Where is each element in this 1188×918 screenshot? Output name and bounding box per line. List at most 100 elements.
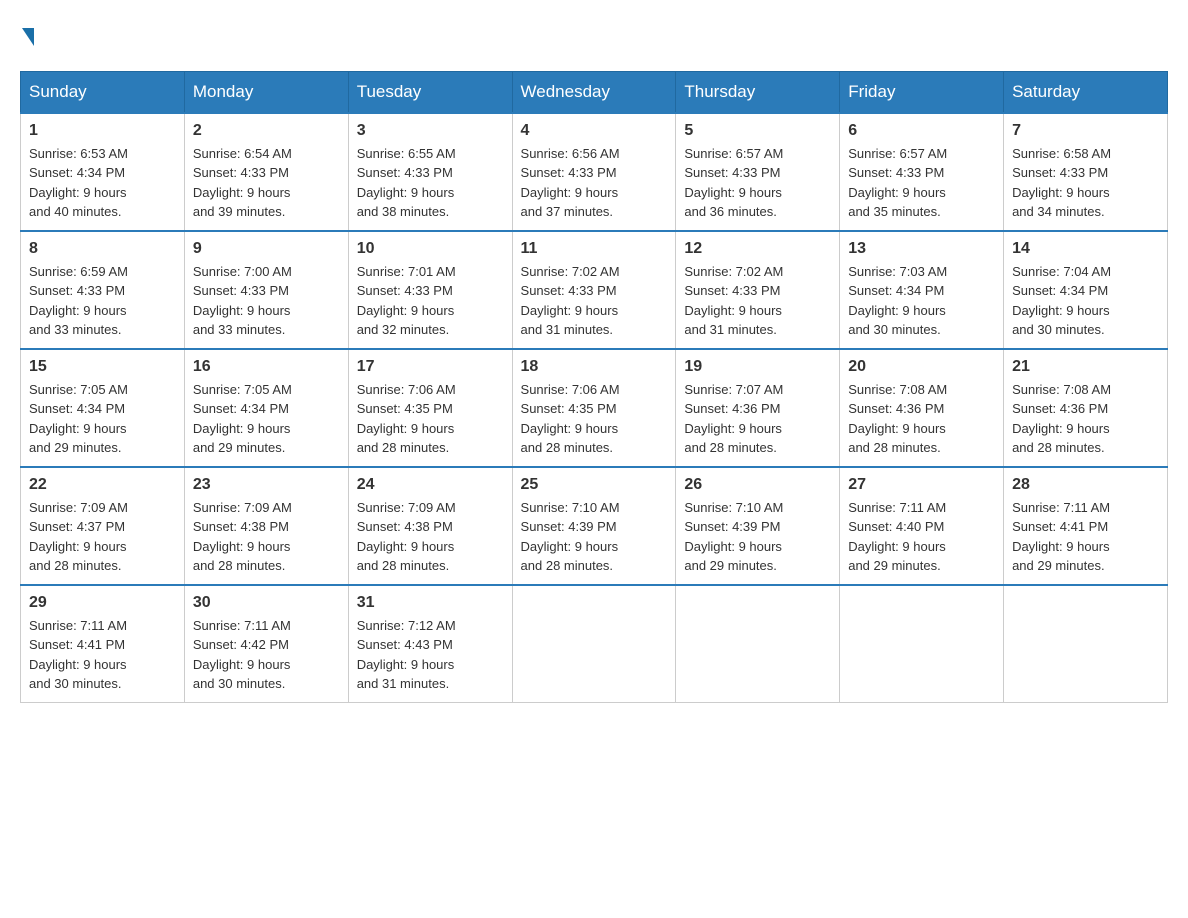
calendar-cell: 28 Sunrise: 7:11 AM Sunset: 4:41 PM Dayl… (1004, 467, 1168, 585)
day-info: Sunrise: 7:11 AM Sunset: 4:42 PM Dayligh… (193, 616, 340, 694)
day-info: Sunrise: 7:00 AM Sunset: 4:33 PM Dayligh… (193, 262, 340, 340)
calendar-cell: 22 Sunrise: 7:09 AM Sunset: 4:37 PM Dayl… (21, 467, 185, 585)
logo-text (20, 20, 34, 51)
weekday-header-row: SundayMondayTuesdayWednesdayThursdayFrid… (21, 71, 1168, 113)
weekday-saturday: Saturday (1004, 71, 1168, 113)
weekday-wednesday: Wednesday (512, 71, 676, 113)
day-info: Sunrise: 7:06 AM Sunset: 4:35 PM Dayligh… (357, 380, 504, 458)
calendar-cell: 12 Sunrise: 7:02 AM Sunset: 4:33 PM Dayl… (676, 231, 840, 349)
day-number: 22 (29, 476, 176, 494)
day-info: Sunrise: 7:06 AM Sunset: 4:35 PM Dayligh… (521, 380, 668, 458)
calendar-cell: 5 Sunrise: 6:57 AM Sunset: 4:33 PM Dayli… (676, 113, 840, 231)
calendar-cell: 4 Sunrise: 6:56 AM Sunset: 4:33 PM Dayli… (512, 113, 676, 231)
calendar-week-5: 29 Sunrise: 7:11 AM Sunset: 4:41 PM Dayl… (21, 585, 1168, 703)
day-info: Sunrise: 7:08 AM Sunset: 4:36 PM Dayligh… (848, 380, 995, 458)
day-info: Sunrise: 7:09 AM Sunset: 4:38 PM Dayligh… (193, 498, 340, 576)
day-number: 5 (684, 122, 831, 140)
day-info: Sunrise: 6:57 AM Sunset: 4:33 PM Dayligh… (684, 144, 831, 222)
day-number: 2 (193, 122, 340, 140)
day-info: Sunrise: 6:57 AM Sunset: 4:33 PM Dayligh… (848, 144, 995, 222)
weekday-monday: Monday (184, 71, 348, 113)
day-number: 28 (1012, 476, 1159, 494)
day-info: Sunrise: 7:11 AM Sunset: 4:41 PM Dayligh… (29, 616, 176, 694)
day-number: 6 (848, 122, 995, 140)
calendar-cell: 9 Sunrise: 7:00 AM Sunset: 4:33 PM Dayli… (184, 231, 348, 349)
day-number: 29 (29, 594, 176, 612)
calendar-week-4: 22 Sunrise: 7:09 AM Sunset: 4:37 PM Dayl… (21, 467, 1168, 585)
day-info: Sunrise: 7:03 AM Sunset: 4:34 PM Dayligh… (848, 262, 995, 340)
calendar-cell: 2 Sunrise: 6:54 AM Sunset: 4:33 PM Dayli… (184, 113, 348, 231)
weekday-tuesday: Tuesday (348, 71, 512, 113)
calendar-cell: 13 Sunrise: 7:03 AM Sunset: 4:34 PM Dayl… (840, 231, 1004, 349)
day-number: 24 (357, 476, 504, 494)
calendar-cell: 23 Sunrise: 7:09 AM Sunset: 4:38 PM Dayl… (184, 467, 348, 585)
day-info: Sunrise: 6:56 AM Sunset: 4:33 PM Dayligh… (521, 144, 668, 222)
logo-triangle-icon (22, 28, 34, 46)
calendar-cell: 1 Sunrise: 6:53 AM Sunset: 4:34 PM Dayli… (21, 113, 185, 231)
day-number: 18 (521, 358, 668, 376)
day-info: Sunrise: 6:59 AM Sunset: 4:33 PM Dayligh… (29, 262, 176, 340)
calendar-cell: 20 Sunrise: 7:08 AM Sunset: 4:36 PM Dayl… (840, 349, 1004, 467)
calendar-cell: 14 Sunrise: 7:04 AM Sunset: 4:34 PM Dayl… (1004, 231, 1168, 349)
calendar-cell: 29 Sunrise: 7:11 AM Sunset: 4:41 PM Dayl… (21, 585, 185, 703)
day-number: 10 (357, 240, 504, 258)
logo (20, 20, 34, 51)
day-info: Sunrise: 7:11 AM Sunset: 4:40 PM Dayligh… (848, 498, 995, 576)
calendar-cell: 27 Sunrise: 7:11 AM Sunset: 4:40 PM Dayl… (840, 467, 1004, 585)
day-number: 16 (193, 358, 340, 376)
day-info: Sunrise: 7:10 AM Sunset: 4:39 PM Dayligh… (684, 498, 831, 576)
day-info: Sunrise: 7:07 AM Sunset: 4:36 PM Dayligh… (684, 380, 831, 458)
calendar-header: SundayMondayTuesdayWednesdayThursdayFrid… (21, 71, 1168, 113)
day-number: 15 (29, 358, 176, 376)
day-info: Sunrise: 7:05 AM Sunset: 4:34 PM Dayligh… (193, 380, 340, 458)
day-number: 17 (357, 358, 504, 376)
day-number: 3 (357, 122, 504, 140)
calendar-cell (512, 585, 676, 703)
calendar-cell: 31 Sunrise: 7:12 AM Sunset: 4:43 PM Dayl… (348, 585, 512, 703)
day-number: 25 (521, 476, 668, 494)
day-info: Sunrise: 7:01 AM Sunset: 4:33 PM Dayligh… (357, 262, 504, 340)
day-info: Sunrise: 6:55 AM Sunset: 4:33 PM Dayligh… (357, 144, 504, 222)
page-header (20, 20, 1168, 51)
calendar-cell: 26 Sunrise: 7:10 AM Sunset: 4:39 PM Dayl… (676, 467, 840, 585)
calendar-cell: 11 Sunrise: 7:02 AM Sunset: 4:33 PM Dayl… (512, 231, 676, 349)
calendar-cell: 30 Sunrise: 7:11 AM Sunset: 4:42 PM Dayl… (184, 585, 348, 703)
day-info: Sunrise: 6:58 AM Sunset: 4:33 PM Dayligh… (1012, 144, 1159, 222)
calendar-cell: 16 Sunrise: 7:05 AM Sunset: 4:34 PM Dayl… (184, 349, 348, 467)
day-number: 21 (1012, 358, 1159, 376)
calendar-cell (676, 585, 840, 703)
day-info: Sunrise: 7:04 AM Sunset: 4:34 PM Dayligh… (1012, 262, 1159, 340)
day-number: 11 (521, 240, 668, 258)
day-info: Sunrise: 7:12 AM Sunset: 4:43 PM Dayligh… (357, 616, 504, 694)
day-number: 23 (193, 476, 340, 494)
day-info: Sunrise: 6:53 AM Sunset: 4:34 PM Dayligh… (29, 144, 176, 222)
day-info: Sunrise: 7:08 AM Sunset: 4:36 PM Dayligh… (1012, 380, 1159, 458)
calendar-cell (840, 585, 1004, 703)
day-info: Sunrise: 7:11 AM Sunset: 4:41 PM Dayligh… (1012, 498, 1159, 576)
day-info: Sunrise: 7:10 AM Sunset: 4:39 PM Dayligh… (521, 498, 668, 576)
weekday-thursday: Thursday (676, 71, 840, 113)
day-info: Sunrise: 7:02 AM Sunset: 4:33 PM Dayligh… (521, 262, 668, 340)
calendar-cell: 7 Sunrise: 6:58 AM Sunset: 4:33 PM Dayli… (1004, 113, 1168, 231)
calendar-week-3: 15 Sunrise: 7:05 AM Sunset: 4:34 PM Dayl… (21, 349, 1168, 467)
calendar-cell: 15 Sunrise: 7:05 AM Sunset: 4:34 PM Dayl… (21, 349, 185, 467)
day-number: 14 (1012, 240, 1159, 258)
calendar-cell: 19 Sunrise: 7:07 AM Sunset: 4:36 PM Dayl… (676, 349, 840, 467)
day-info: Sunrise: 6:54 AM Sunset: 4:33 PM Dayligh… (193, 144, 340, 222)
calendar-week-1: 1 Sunrise: 6:53 AM Sunset: 4:34 PM Dayli… (21, 113, 1168, 231)
calendar-cell: 3 Sunrise: 6:55 AM Sunset: 4:33 PM Dayli… (348, 113, 512, 231)
calendar-cell: 8 Sunrise: 6:59 AM Sunset: 4:33 PM Dayli… (21, 231, 185, 349)
day-number: 12 (684, 240, 831, 258)
day-number: 4 (521, 122, 668, 140)
calendar-week-2: 8 Sunrise: 6:59 AM Sunset: 4:33 PM Dayli… (21, 231, 1168, 349)
calendar-cell: 21 Sunrise: 7:08 AM Sunset: 4:36 PM Dayl… (1004, 349, 1168, 467)
day-number: 20 (848, 358, 995, 376)
day-info: Sunrise: 7:09 AM Sunset: 4:38 PM Dayligh… (357, 498, 504, 576)
day-info: Sunrise: 7:09 AM Sunset: 4:37 PM Dayligh… (29, 498, 176, 576)
day-number: 8 (29, 240, 176, 258)
day-number: 7 (1012, 122, 1159, 140)
calendar-cell: 6 Sunrise: 6:57 AM Sunset: 4:33 PM Dayli… (840, 113, 1004, 231)
day-info: Sunrise: 7:02 AM Sunset: 4:33 PM Dayligh… (684, 262, 831, 340)
day-info: Sunrise: 7:05 AM Sunset: 4:34 PM Dayligh… (29, 380, 176, 458)
calendar-cell (1004, 585, 1168, 703)
